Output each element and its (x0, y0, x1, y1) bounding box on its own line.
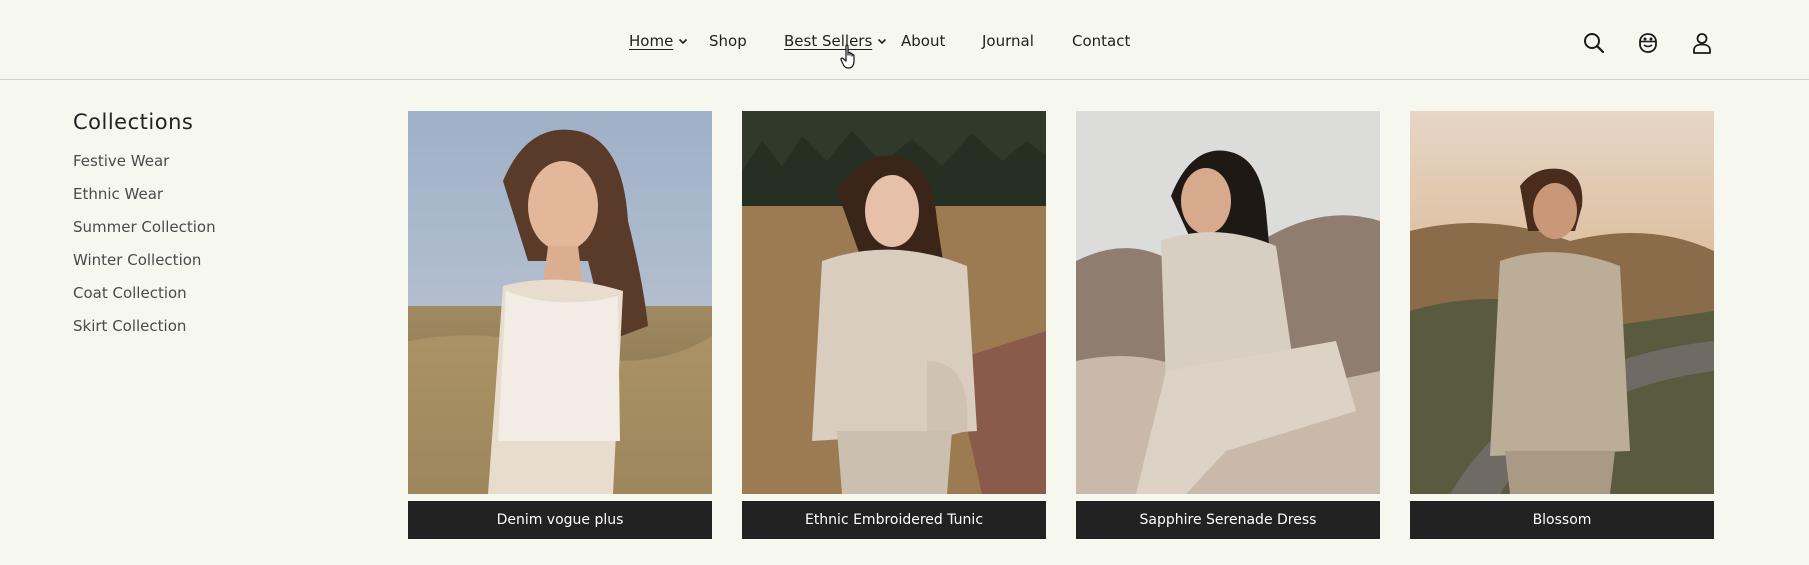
nav-item-shop[interactable]: Shop (709, 32, 747, 50)
nav-item-home[interactable]: Home (629, 32, 688, 50)
search-icon[interactable] (1582, 31, 1606, 55)
product-card: Ethnic Embroidered Tunic (742, 111, 1046, 539)
collections-sidebar: Collections Festive Wear Ethnic Wear Sum… (73, 110, 216, 346)
sidebar-item-skirt-collection[interactable]: Skirt Collection (73, 307, 216, 346)
product-button[interactable]: Sapphire Serenade Dress (1076, 501, 1380, 539)
product-button[interactable]: Ethnic Embroidered Tunic (742, 501, 1046, 539)
product-button[interactable]: Blossom (1410, 501, 1714, 539)
nav-shop-label: Shop (709, 32, 747, 50)
product-button[interactable]: Denim vogue plus (408, 501, 712, 539)
nav-contact-label: Contact (1072, 32, 1131, 50)
nav-item-best-sellers[interactable]: Best Sellers (784, 32, 887, 50)
product-card: Denim vogue plus (408, 111, 712, 539)
nav-about-label: About (901, 32, 946, 50)
nav-home-label: Home (629, 32, 674, 50)
hand-cursor-icon (840, 44, 855, 69)
site-header: Home Shop Best Sellers About Journal Con… (0, 0, 1809, 80)
nav-item-contact[interactable]: Contact (1072, 32, 1130, 50)
product-card: Blossom (1410, 111, 1714, 539)
nav-journal-label: Journal (982, 32, 1034, 50)
product-image[interactable] (1410, 111, 1714, 494)
product-image[interactable] (742, 111, 1046, 494)
product-image[interactable] (1076, 111, 1380, 494)
nav-item-about[interactable]: About (901, 32, 945, 50)
nav-item-journal[interactable]: Journal (982, 32, 1034, 50)
chevron-down-icon (679, 38, 688, 45)
product-image[interactable] (408, 111, 712, 494)
sidebar-title: Collections (73, 110, 194, 134)
user-icon[interactable] (1690, 31, 1714, 55)
basket-icon[interactable] (1636, 31, 1660, 55)
product-card: Sapphire Serenade Dress (1076, 111, 1380, 539)
chevron-down-icon (878, 38, 887, 45)
